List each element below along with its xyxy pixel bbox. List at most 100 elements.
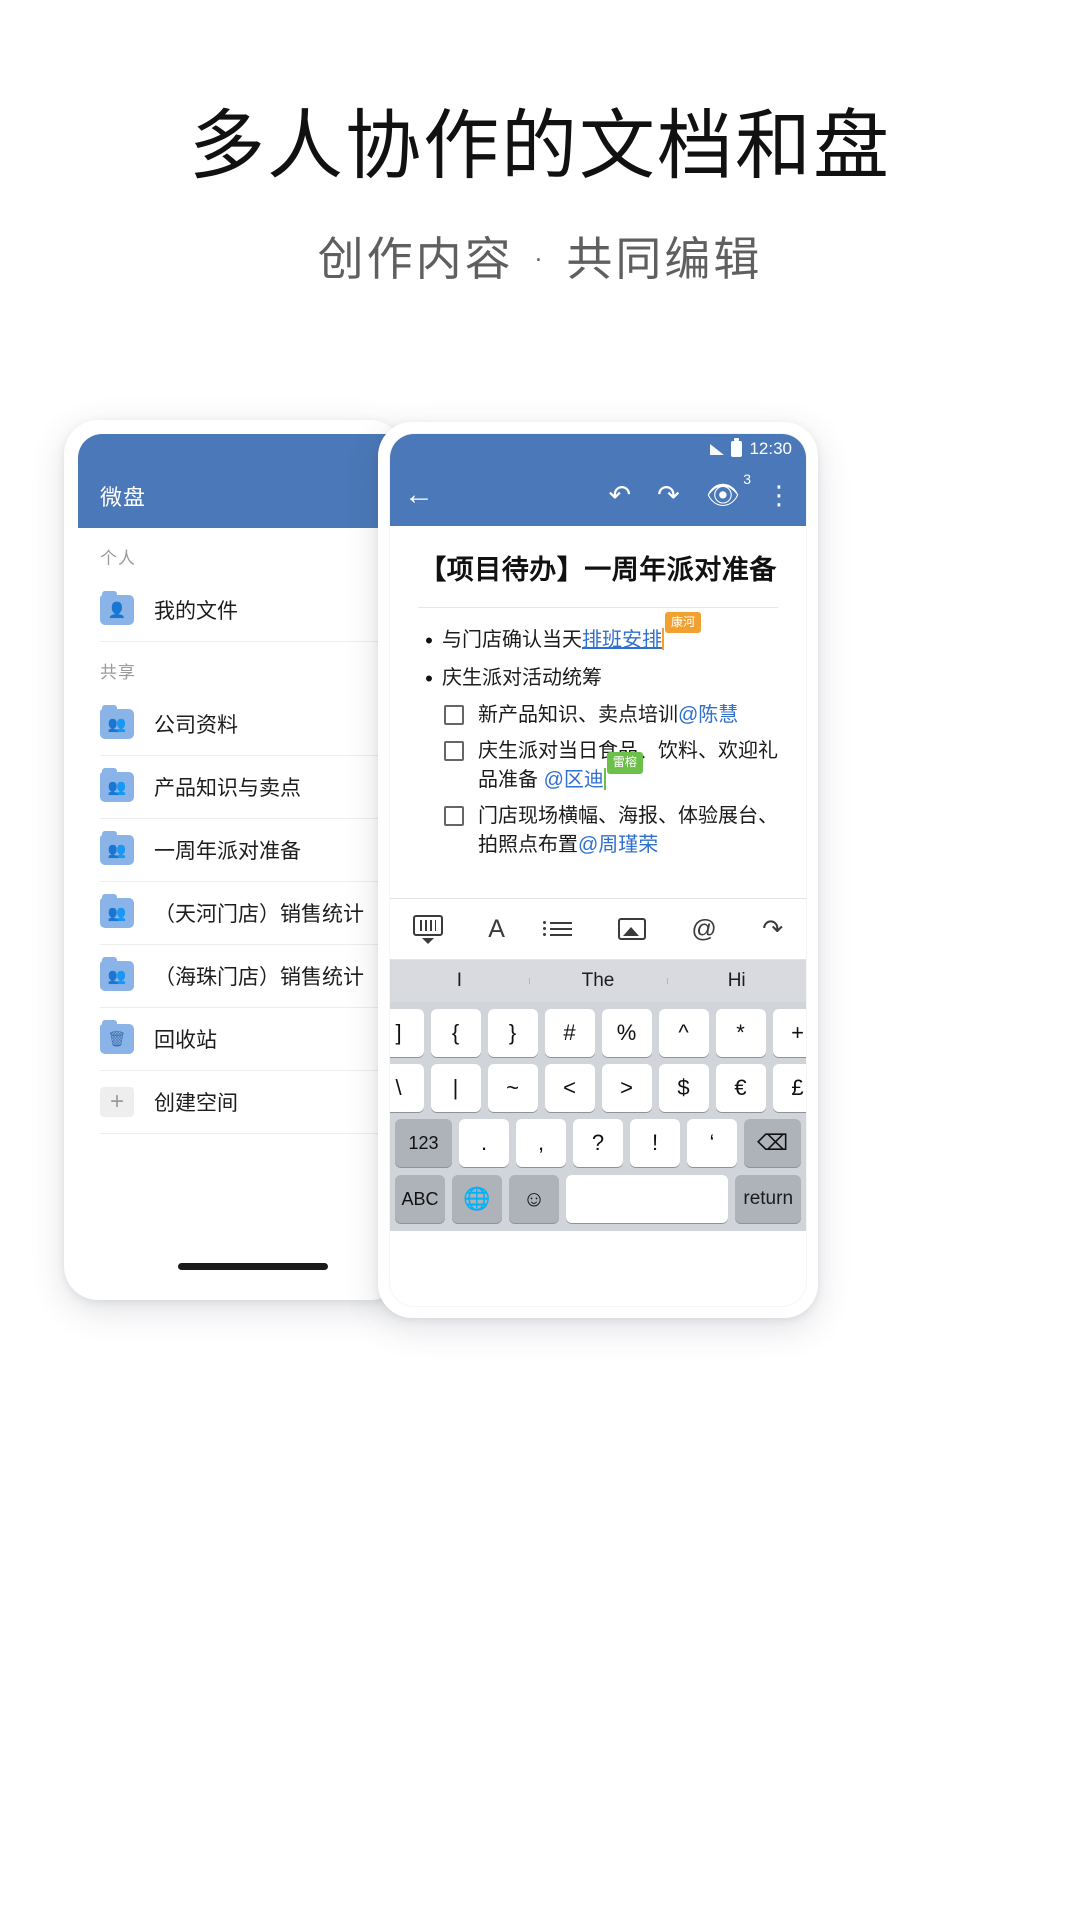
key[interactable]: ^: [658, 1009, 709, 1057]
mention-chip[interactable]: @陈慧: [678, 704, 738, 726]
return-key[interactable]: return: [735, 1175, 801, 1223]
list-item-label: 产品知识与卖点: [154, 777, 301, 800]
keyboard-row-1: [ ] { } # % ^ * + =: [390, 1002, 806, 1057]
space-key[interactable]: [566, 1175, 729, 1223]
key[interactable]: .: [459, 1119, 509, 1167]
keyboard-row-2: _ \ | ~ < > $ € £ ·: [390, 1057, 806, 1112]
key[interactable]: ,: [516, 1119, 566, 1167]
list-item-label: 创建空间: [154, 1092, 238, 1115]
viewers-count-badge: 3: [743, 470, 751, 487]
sidebar-item-company-docs[interactable]: 👥 公司资料: [100, 693, 404, 756]
key[interactable]: £: [772, 1064, 806, 1112]
abc-switch-key[interactable]: ABC: [395, 1175, 445, 1223]
left-phone-screen: 微盘 个人 👤 我的文件 共享 👥 公司资料 👥 产品知识与卖点 👥 一周年派对…: [78, 434, 404, 1286]
document-body[interactable]: 【项目待办】一周年派对准备 • 与门店确认当天排班安排康河 • 庆生派对活动统筹…: [390, 526, 806, 898]
key[interactable]: ]: [390, 1009, 424, 1057]
keyboard-row-4: ABC 🌐 ☺ return: [390, 1167, 806, 1223]
page-subtitle: 创作内容 · 共同编辑: [317, 232, 763, 287]
signal-icon: [710, 443, 725, 455]
group-folder-icon: 👥: [100, 705, 134, 739]
key[interactable]: €: [715, 1064, 766, 1112]
key[interactable]: #: [544, 1009, 595, 1057]
key[interactable]: !: [630, 1119, 680, 1167]
list-item[interactable]: 新产品知识、卖点培训@陈慧: [444, 701, 780, 730]
globe-icon[interactable]: 🌐: [452, 1175, 502, 1223]
key[interactable]: {: [430, 1009, 481, 1057]
sidebar-item-anniversary-party[interactable]: 👥 一周年派对准备: [100, 819, 404, 882]
list-item[interactable]: 庆生派对当日食品、饮料、欢迎礼品准备 @区迪雷榕: [444, 737, 780, 795]
right-phone-frame: 12:30 ← ↶ ↷ 👁 3 ⋮ 【项目待办】一周年派对准备 • 与门店确认当…: [378, 422, 818, 1318]
sidebar-item-tianhe-sales[interactable]: 👥 （天河门店）销售统计: [100, 882, 404, 945]
image-icon[interactable]: [617, 918, 646, 940]
key[interactable]: $: [658, 1064, 709, 1112]
key[interactable]: >: [601, 1064, 652, 1112]
key[interactable]: <: [544, 1064, 595, 1112]
checklist: 新产品知识、卖点培训@陈慧 庆生派对当日食品、饮料、欢迎礼品准备 @区迪雷榕 门…: [444, 701, 780, 860]
bullet-dot-icon: •: [425, 628, 433, 653]
key[interactable]: +: [772, 1009, 806, 1057]
trash-folder-icon: 🗑: [100, 1020, 134, 1054]
bullet-list: • 与门店确认当天排班安排康河 • 庆生派对活动统筹 新产品知识、卖点培训@陈慧…: [416, 612, 780, 860]
drive-appbar: 微盘: [78, 434, 404, 528]
list-item-label: 公司资料: [154, 714, 238, 737]
inline-link[interactable]: 排班安排: [582, 629, 662, 651]
emoji-icon[interactable]: ☺: [509, 1175, 559, 1223]
list-item[interactable]: • 庆生派对活动统筹: [416, 664, 780, 694]
key[interactable]: \: [390, 1064, 424, 1112]
right-phone-screen: 12:30 ← ↶ ↷ 👁 3 ⋮ 【项目待办】一周年派对准备 • 与门店确认当…: [390, 434, 806, 1306]
keyboard-hide-icon[interactable]: [412, 914, 443, 944]
checklist-label: 新产品知识、卖点培训: [478, 704, 678, 727]
plus-icon: +: [100, 1087, 134, 1117]
list-item[interactable]: • 与门店确认当天排班安排康河: [416, 612, 780, 656]
page-title: 多人协作的文档和盘: [189, 101, 891, 190]
person-folder-icon: 👤: [100, 591, 134, 625]
checklist-text: 新产品知识、卖点培训@陈慧: [478, 701, 780, 730]
checkbox-icon[interactable]: [444, 806, 464, 827]
sidebar-item-product-knowledge[interactable]: 👥 产品知识与卖点: [100, 756, 404, 819]
checkbox-icon[interactable]: [444, 705, 464, 726]
key[interactable]: ~: [487, 1064, 538, 1112]
sidebar-item-create-space[interactable]: + 创建空间: [100, 1071, 404, 1134]
bullet-list-icon[interactable]: [543, 921, 573, 936]
left-phone-frame: 微盘 个人 👤 我的文件 共享 👥 公司资料 👥 产品知识与卖点 👥 一周年派对…: [64, 420, 404, 1300]
key[interactable]: |: [430, 1064, 481, 1112]
eye-icon[interactable]: 👁 3: [706, 472, 751, 509]
checkbox-icon[interactable]: [444, 741, 464, 762]
key[interactable]: *: [715, 1009, 766, 1057]
shared-list: 👥 公司资料 👥 产品知识与卖点 👥 一周年派对准备 👥 （天河门店）销售统计 …: [78, 693, 404, 1134]
section-label-personal: 个人: [100, 549, 136, 568]
checklist-text: 庆生派对当日食品、饮料、欢迎礼品准备 @区迪雷榕: [478, 737, 780, 795]
key[interactable]: %: [601, 1009, 652, 1057]
bullet-prefix: 与门店确认当天: [442, 629, 582, 651]
suggestion-item[interactable]: The: [528, 970, 668, 992]
virtual-keyboard: I The Hi [ ] { } # % ^ * + =: [390, 960, 806, 1231]
redo-icon[interactable]: ↷: [657, 481, 680, 509]
sidebar-item-my-files[interactable]: 👤 我的文件: [100, 579, 404, 642]
back-arrow-icon[interactable]: ←: [404, 480, 434, 510]
mention-icon[interactable]: @: [691, 916, 716, 942]
group-folder-icon: 👥: [100, 894, 134, 928]
suggestion-item[interactable]: I: [390, 970, 529, 992]
mention-chip[interactable]: @周瑾荣: [578, 834, 658, 856]
numeric-switch-key[interactable]: 123: [395, 1119, 452, 1167]
keyboard-row-3: 123 . , ? ! ‘ ⌫: [390, 1112, 806, 1167]
sidebar-item-recycle-bin[interactable]: 🗑 回收站: [100, 1008, 404, 1071]
share-icon[interactable]: ↷: [762, 916, 783, 942]
undo-icon[interactable]: ↶: [608, 481, 631, 509]
text-format-icon[interactable]: A: [488, 916, 505, 942]
sidebar-item-haizhu-sales[interactable]: 👥 （海珠门店）销售统计: [100, 945, 404, 1008]
mention-chip[interactable]: @区迪: [544, 769, 604, 791]
list-item[interactable]: 门店现场横幅、海报、体验展台、拍照点布置@周瑾荣: [444, 802, 780, 860]
backspace-icon[interactable]: ⌫: [744, 1119, 801, 1167]
key[interactable]: ?: [573, 1119, 623, 1167]
phone-mockups: 微盘 个人 👤 我的文件 共享 👥 公司资料 👥 产品知识与卖点 👥 一周年派对…: [0, 420, 1080, 1320]
suggestion-item[interactable]: Hi: [667, 970, 806, 992]
key[interactable]: }: [487, 1009, 538, 1057]
personal-list: 👤 我的文件: [78, 579, 404, 642]
status-time: 12:30: [749, 439, 792, 458]
collab-tag-kanghe: 康河: [665, 612, 702, 634]
more-vertical-icon[interactable]: ⋮: [766, 480, 792, 511]
list-item-label: （天河门店）销售统计: [154, 903, 364, 926]
key[interactable]: ‘: [687, 1119, 737, 1167]
list-item-label: 我的文件: [154, 600, 238, 623]
